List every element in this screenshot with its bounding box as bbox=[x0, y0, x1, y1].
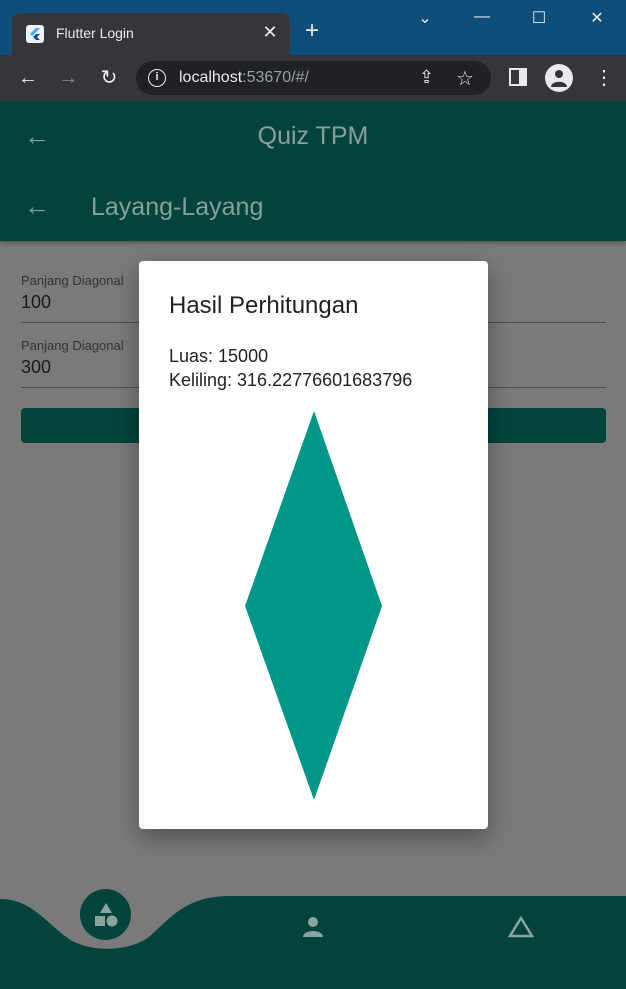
bookmark-star-icon[interactable]: ☆ bbox=[456, 66, 474, 91]
url-host: localhost bbox=[179, 69, 243, 86]
nav-item-shapes[interactable] bbox=[80, 889, 131, 940]
address-bar[interactable]: i localhost:53670/#/ ⇪ ☆ bbox=[136, 61, 491, 95]
field-value: 300 bbox=[21, 357, 52, 377]
browser-tab[interactable]: Flutter Login ✕ bbox=[12, 13, 290, 55]
profile-avatar-icon[interactable] bbox=[545, 64, 573, 92]
flutter-icon bbox=[26, 25, 44, 43]
reload-icon[interactable]: ↻ bbox=[97, 66, 121, 90]
new-tab-button[interactable]: + bbox=[305, 19, 319, 43]
subpage-title: Layang-Layang bbox=[91, 193, 264, 221]
main-appbar: ← Quiz TPM bbox=[0, 101, 626, 171]
area-result: Luas: 15000 bbox=[169, 346, 269, 366]
person-icon[interactable] bbox=[300, 914, 326, 940]
tab-title: Flutter Login bbox=[56, 25, 134, 41]
url-text: localhost:53670/#/ bbox=[179, 69, 309, 87]
appbar-title: Quiz TPM bbox=[257, 122, 369, 150]
more-menu-icon[interactable]: ⋮ bbox=[594, 66, 614, 90]
site-info-icon[interactable]: i bbox=[148, 69, 166, 87]
perimeter-result: Keliling: 316.22776601683796 bbox=[169, 370, 413, 390]
browser-titlebar: Flutter Login ✕ + ⌄ — ☐ ✕ bbox=[0, 0, 626, 55]
side-panel-icon[interactable] bbox=[509, 68, 527, 86]
tab-close-icon[interactable]: ✕ bbox=[260, 22, 280, 43]
field-label: Panjang Diagonal bbox=[21, 273, 124, 288]
url-path: :53670/#/ bbox=[242, 69, 309, 86]
forward-arrow-icon[interactable]: → bbox=[56, 66, 80, 90]
tab-search-icon[interactable]: ⌄ bbox=[410, 8, 440, 28]
dialog-title: Hasil Perhitungan bbox=[169, 292, 359, 319]
shapes-icon bbox=[95, 903, 118, 927]
field-label: Panjang Diagonal bbox=[21, 338, 124, 353]
browser-toolbar: ← → ↻ i localhost:53670/#/ ⇪ ☆ ⋮ bbox=[0, 55, 626, 101]
kite-shape bbox=[245, 411, 382, 800]
triangle-icon[interactable] bbox=[508, 914, 534, 940]
minimize-button[interactable]: — bbox=[467, 8, 497, 26]
field-value: 100 bbox=[21, 292, 52, 312]
close-window-button[interactable]: ✕ bbox=[582, 8, 612, 28]
result-dialog: Hasil Perhitungan Luas: 15000 Keliling: … bbox=[139, 261, 488, 829]
share-icon[interactable]: ⇪ bbox=[419, 67, 434, 88]
sub-back-arrow-icon[interactable]: ← bbox=[24, 193, 50, 219]
maximize-button[interactable]: ☐ bbox=[524, 8, 554, 28]
back-arrow-icon[interactable]: ← bbox=[16, 66, 40, 90]
sub-appbar: ← Layang-Layang bbox=[0, 171, 626, 241]
